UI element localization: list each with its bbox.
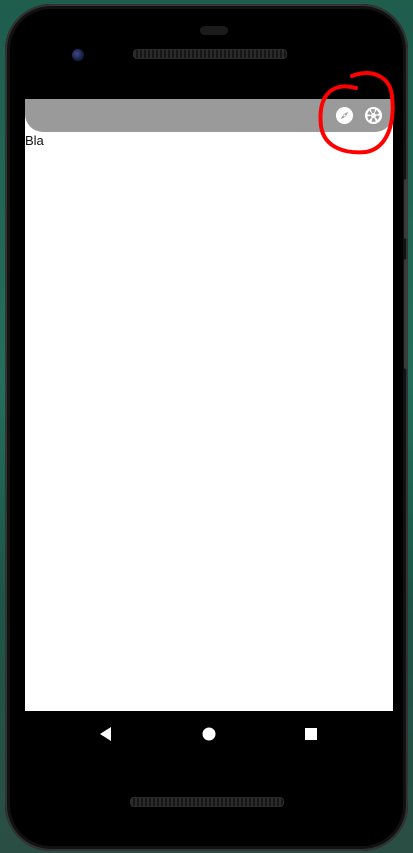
compass-icon[interactable]	[335, 106, 354, 125]
volume-button	[404, 259, 408, 369]
recents-square-icon[interactable]	[303, 726, 319, 742]
power-button	[404, 179, 408, 239]
proximity-sensor	[200, 26, 228, 35]
device-screen: Bla	[25, 99, 393, 711]
front-camera-icon	[72, 49, 84, 61]
app-bar	[25, 99, 393, 132]
bottom-speaker	[130, 797, 284, 807]
earpiece-speaker	[133, 49, 287, 59]
body-text: Bla	[25, 133, 44, 148]
aperture-icon[interactable]	[364, 106, 383, 125]
back-triangle-icon[interactable]	[98, 726, 114, 742]
home-circle-icon[interactable]	[201, 726, 217, 742]
